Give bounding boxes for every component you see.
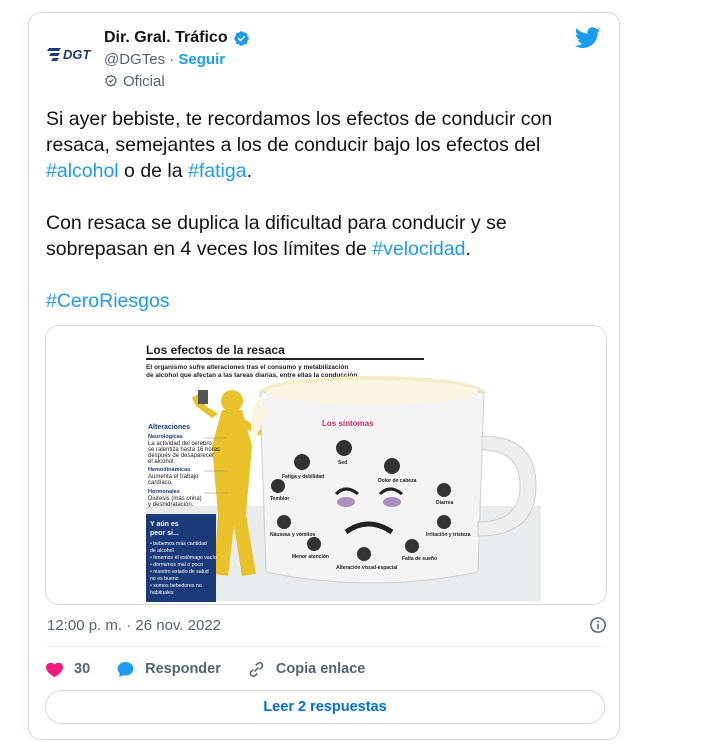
link-icon (249, 661, 264, 677)
hemodinamicas-label: Hemodinámicas (148, 467, 190, 473)
tweet-header: Dir. Gral. Tráfico @DGTes · Seguir Ofici… (104, 27, 250, 91)
svg-text:DGT: DGT (63, 47, 92, 62)
sintomas-title: Los síntomas (322, 419, 374, 428)
follow-button[interactable]: Seguir (178, 51, 225, 68)
neuro-line-4: el alcohol. (148, 459, 175, 465)
hashtag-velocidad[interactable]: #velocidad (372, 238, 465, 260)
symptom-sueno: Falta de sueño (402, 556, 437, 562)
symptom-irritacion: Irritación y tristeza (426, 532, 471, 538)
reply-label: Responder (145, 661, 221, 677)
like-count: 30 (74, 661, 91, 677)
symptom-temblor: Temblor (270, 496, 289, 502)
peor-title-1: Y aún es (150, 521, 179, 528)
tweet-paragraph-3: #CeroRiesgos (46, 288, 606, 314)
hangover-infographic: Los efectos de la resaca El organismo su… (46, 326, 606, 604)
separator: · (169, 51, 175, 68)
text-segment: . (246, 160, 253, 182)
peor-list-item: • nuestro estado de salud (150, 569, 209, 575)
text-segment: o de la (118, 160, 189, 182)
symptom-dolor: Dolor de cabeza (378, 478, 417, 484)
peor-list-item: no es bueno (150, 576, 179, 582)
sueno-symbol (405, 539, 419, 553)
text-segment: . (465, 238, 471, 260)
peor-list-item: habituales (150, 590, 174, 596)
tweet-card: DGT Dir. Gral. Tráfico @DGTes · Seguir O… (28, 12, 620, 740)
sed-symbol (336, 440, 352, 456)
hashtag-ceroriesgos[interactable]: #CeroRiesgos (46, 290, 170, 312)
account-name[interactable]: Dir. Gral. Tráfico (104, 29, 228, 47)
read-replies-button[interactable]: Leer 2 respuestas (45, 690, 605, 724)
atencion-symbol (307, 537, 321, 551)
alteraciones-title: Alteraciones (148, 424, 190, 431)
dgt-logo-icon[interactable]: DGT (47, 39, 99, 65)
divider (45, 646, 605, 647)
peor-title-2: peor si... (150, 530, 179, 537)
hormonales-label: Hormonales (148, 489, 180, 495)
tweet-paragraph-1: Si ayer bebiste, te recordamos los efect… (46, 106, 606, 184)
reply-bubble-icon (117, 661, 134, 677)
peor-list-item: • dormimos mal o poco (150, 562, 203, 568)
fatiga-symbol (294, 454, 310, 470)
symptom-diarrea: Diarrea (436, 500, 453, 506)
twitter-bird-icon[interactable] (575, 27, 601, 49)
handle-row: @DGTes · Seguir (104, 51, 250, 71)
neurologicas-label: Neurológicas (148, 434, 183, 440)
tweet-text: Si ayer bebiste, te recordamos los efect… (46, 106, 606, 340)
timestamp[interactable]: 12:00 p. m. · 26 nov. 2022 (47, 617, 221, 634)
official-text: Oficial (123, 72, 165, 90)
copy-link-button[interactable]: Copia enlace (247, 660, 365, 679)
infographic-title: Los efectos de la resaca (146, 343, 285, 357)
text-segment: Si ayer bebiste, te recordamos los efect… (46, 108, 553, 156)
hemo-line-2: cardíaco. (148, 480, 173, 486)
like-button[interactable]: 30 (45, 660, 90, 679)
peor-list-item: • bebemos más cantidad (150, 541, 207, 547)
symptom-vision: Alteración visual-espacial (336, 565, 398, 571)
info-icon[interactable] (589, 616, 607, 634)
tweet-media-image[interactable]: Los efectos de la resaca El organismo su… (45, 325, 607, 605)
symptom-sed: Sed (338, 460, 347, 466)
symptom-atencion: Menor atención (292, 554, 329, 560)
peor-si-box: Y aún es peor si... • bebemos más cantid… (146, 514, 217, 602)
hashtag-fatiga[interactable]: #fatiga (188, 160, 247, 182)
bottle-shape (198, 390, 208, 404)
reply-button[interactable]: Responder (116, 660, 221, 679)
symptom-fatiga: Fatiga y debilidad (282, 474, 324, 480)
diarrea-symbol (437, 483, 451, 497)
heart-icon (46, 662, 63, 677)
nauseas-symbol (277, 515, 291, 529)
timestamp-row: 12:00 p. m. · 26 nov. 2022 (47, 613, 607, 637)
irritacion-symbol (437, 515, 451, 529)
temblor-symbol (271, 479, 285, 493)
vision-symbol (357, 547, 371, 561)
peor-list-item: • somos bebedores no (150, 583, 202, 589)
account-handle[interactable]: @DGTes (104, 51, 165, 68)
official-badge-icon (105, 74, 117, 87)
verified-badge-icon (233, 30, 249, 46)
official-label: Oficial (104, 71, 250, 91)
dolor-symbol (384, 458, 400, 474)
symptom-nauseas: Náuseas y vómitos (270, 532, 316, 538)
action-bar: 30 Responder Copia enlace (45, 658, 391, 680)
horm-line-2: y deshidratación. (148, 502, 194, 508)
infographic-subtitle-1: El organismo sufre alteraciones tras el … (146, 364, 348, 371)
copy-link-label: Copia enlace (275, 661, 366, 677)
hashtag-alcohol[interactable]: #alcohol (46, 160, 119, 182)
tweet-paragraph-2: Con resaca se duplica la dificultad para… (46, 210, 606, 262)
peor-list-item: • tenemos el estómago vacío (150, 555, 217, 561)
peor-list-item: de alcohol (150, 548, 174, 554)
